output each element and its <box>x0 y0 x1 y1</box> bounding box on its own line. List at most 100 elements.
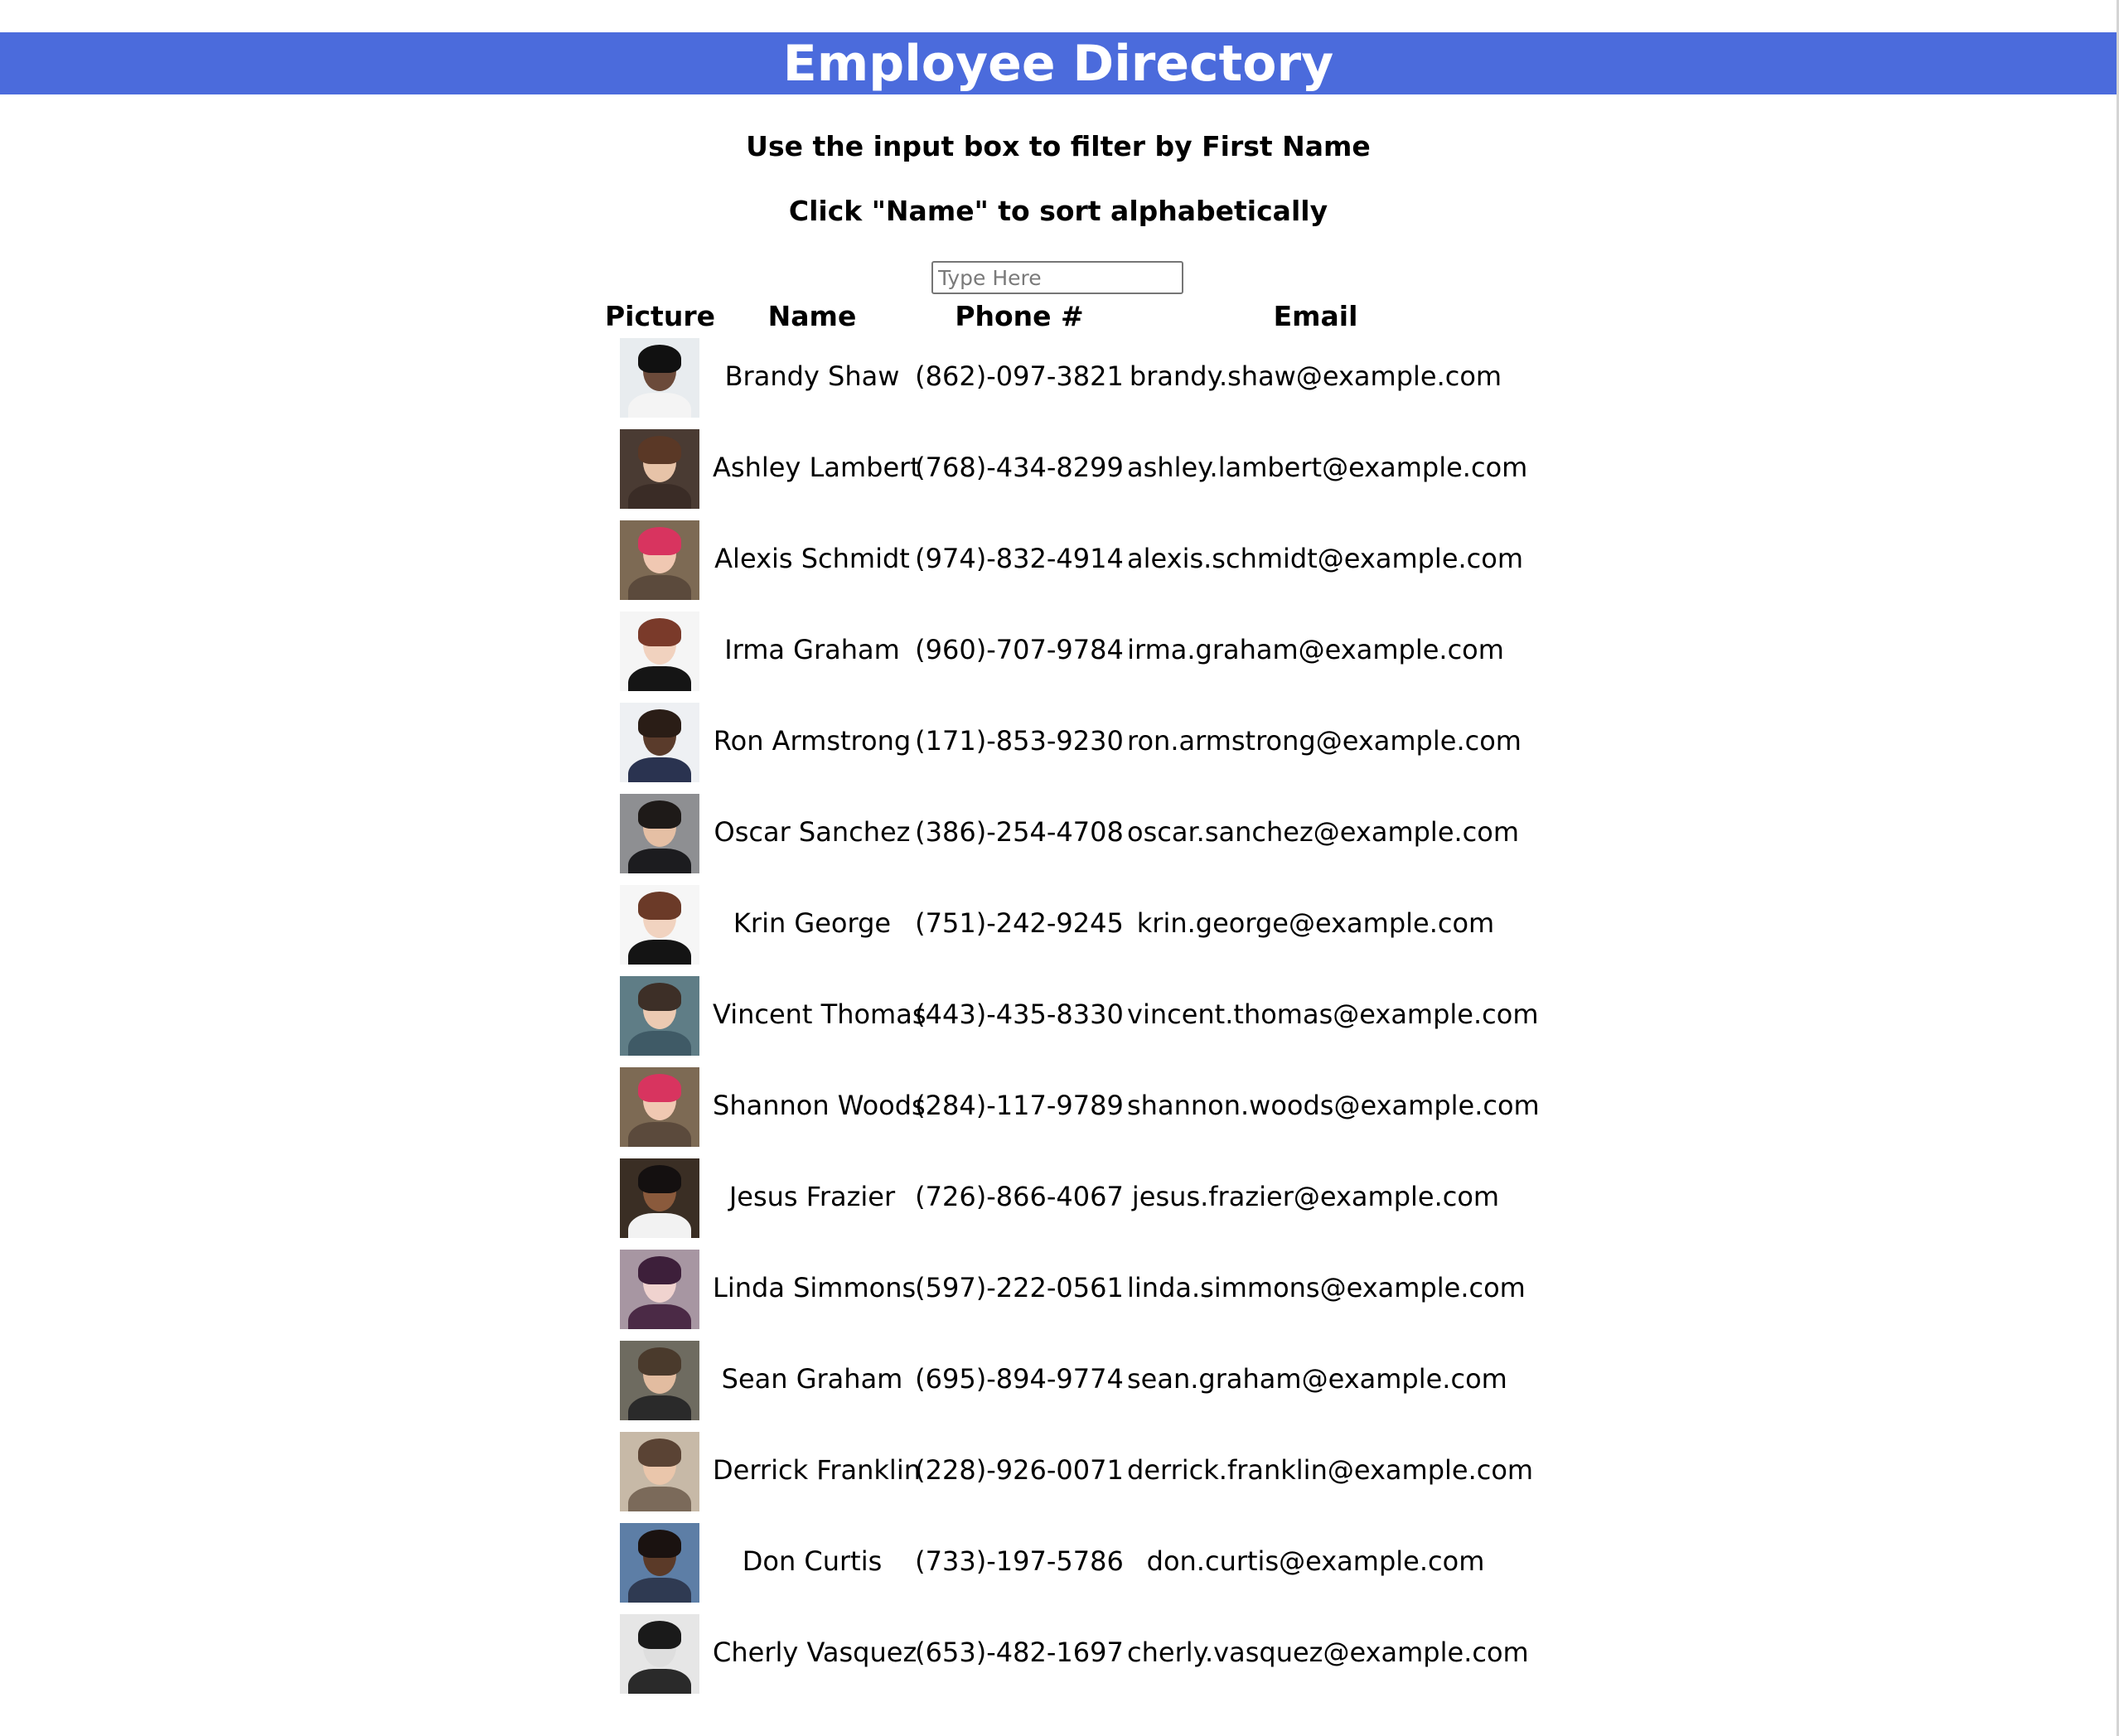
photo-hair <box>638 983 681 1011</box>
photo-hair <box>638 618 681 646</box>
column-header-email: Email <box>1273 300 1358 332</box>
employee-email: derrick.franklin@example.com <box>1127 1454 1534 1486</box>
employee-email: irma.graham@example.com <box>1127 634 1504 665</box>
employee-name: Alexis Schmidt <box>714 543 910 574</box>
employee-name: Brandy Shaw <box>724 360 900 392</box>
employee-photo <box>620 429 699 509</box>
employee-email: ron.armstrong@example.com <box>1127 725 1522 757</box>
employee-photo <box>620 1067 699 1147</box>
employee-photo <box>620 1158 699 1238</box>
employee-photo <box>620 1250 699 1329</box>
employee-phone: (171)-853-9230 <box>915 725 1124 757</box>
photo-hair <box>638 527 681 555</box>
table-row: Brandy Shaw (862)-097-3821 brandy.shaw@exa… <box>0 335 2117 426</box>
header-banner: Employee Directory <box>0 32 2117 94</box>
employee-email: oscar.sanchez@example.com <box>1127 816 1520 848</box>
employee-phone: (768)-434-8299 <box>915 452 1124 483</box>
employee-photo <box>620 612 699 691</box>
employee-phone: (733)-197-5786 <box>915 1545 1124 1577</box>
employee-name: Jesus Frazier <box>728 1181 896 1212</box>
employee-name: Derrick Franklin <box>713 1454 921 1486</box>
employee-phone: (695)-894-9774 <box>915 1363 1124 1395</box>
photo-body <box>628 1213 691 1238</box>
photo-body <box>628 757 691 782</box>
employee-name: Krin George <box>733 907 892 939</box>
employee-name: Shannon Woods <box>713 1090 926 1121</box>
photo-body <box>628 940 691 965</box>
employee-email: vincent.thomas@example.com <box>1127 999 1539 1030</box>
photo-body <box>628 849 691 873</box>
employee-email: alexis.schmidt@example.com <box>1127 543 1524 574</box>
employee-photo <box>620 1614 699 1694</box>
employee-email: don.curtis@example.com <box>1146 1545 1485 1577</box>
employee-phone: (974)-832-4914 <box>915 543 1124 574</box>
column-header-name-sort[interactable]: Name <box>713 300 912 333</box>
table-row: Irma Graham (960)-707-9784 irma.graham@exa… <box>0 608 2117 699</box>
table-row: Jesus Frazier (726)-866-4067 jesus.frazier… <box>0 1155 2117 1246</box>
photo-body <box>628 484 691 509</box>
page-title: Employee Directory <box>782 34 1334 93</box>
table-row: Alexis Schmidt (974)-832-4914 alexis.schmi… <box>0 517 2117 608</box>
employee-name: Don Curtis <box>742 1545 883 1577</box>
table-row: Sean Graham (695)-894-9774 sean.graham@exa… <box>0 1337 2117 1429</box>
employee-photo <box>620 976 699 1056</box>
table-row: Derrick Franklin (228)-926-0071 derrick.fr… <box>0 1429 2117 1520</box>
photo-body <box>628 1122 691 1147</box>
filter-instruction: Use the input box to filter by First Nam… <box>746 130 1371 162</box>
employee-phone: (597)-222-0561 <box>915 1272 1124 1303</box>
column-header-phone: Phone # <box>955 300 1084 332</box>
employee-photo <box>620 1523 699 1603</box>
photo-body <box>628 666 691 691</box>
photo-body <box>628 1395 691 1420</box>
photo-body <box>628 1031 691 1056</box>
photo-hair <box>638 892 681 920</box>
sort-instruction: Click "Name" to sort alphabetically <box>788 195 1328 227</box>
employee-email: ashley.lambert@example.com <box>1127 452 1528 483</box>
photo-body <box>628 575 691 600</box>
employee-name: Ron Armstrong <box>713 725 912 757</box>
employee-phone: (284)-117-9789 <box>915 1090 1124 1121</box>
photo-hair <box>638 436 681 464</box>
employee-email: sean.graham@example.com <box>1127 1363 1507 1395</box>
employee-phone: (862)-097-3821 <box>915 360 1124 392</box>
employee-phone: (960)-707-9784 <box>915 634 1124 665</box>
photo-body <box>628 393 691 418</box>
employee-name: Oscar Sanchez <box>714 816 911 848</box>
photo-body <box>628 1304 691 1329</box>
table-row: Ashley Lambert (768)-434-8299 ashley.lambe… <box>0 426 2117 517</box>
employee-email: linda.simmons@example.com <box>1127 1272 1526 1303</box>
employee-photo <box>620 703 699 782</box>
photo-body <box>628 1487 691 1511</box>
employee-photo <box>620 885 699 965</box>
employee-photo <box>620 1341 699 1420</box>
table-row: Vincent Thomas (443)-435-8330 vincent.thom… <box>0 973 2117 1064</box>
employee-photo <box>620 1432 699 1511</box>
employee-photo <box>620 520 699 600</box>
table-row: Shannon Woods (284)-117-9789 shannon.woods… <box>0 1064 2117 1155</box>
photo-hair <box>638 1439 681 1467</box>
photo-body <box>628 1578 691 1603</box>
photo-hair <box>638 709 681 737</box>
employee-phone: (228)-926-0071 <box>915 1454 1124 1486</box>
employee-name: Cherly Vasquez <box>713 1637 917 1668</box>
photo-hair <box>638 1165 681 1193</box>
employee-phone: (386)-254-4708 <box>915 816 1124 848</box>
employee-name: Ashley Lambert <box>713 452 921 483</box>
employee-email: jesus.frazier@example.com <box>1131 1181 1500 1212</box>
table-row: Don Curtis (733)-197-5786 don.curtis@examp… <box>0 1520 2117 1611</box>
employee-email: cherly.vasquez@example.com <box>1127 1637 1529 1668</box>
column-header-picture: Picture <box>605 300 715 332</box>
first-name-filter-input[interactable] <box>931 261 1183 294</box>
photo-hair <box>638 1621 681 1649</box>
employee-name: Vincent Thomas <box>713 999 926 1030</box>
table-row: Cherly Vasquez (653)-482-1697 cherly.vasqu… <box>0 1611 2117 1702</box>
employee-email: krin.george@example.com <box>1136 907 1495 939</box>
table-row: Ron Armstrong (171)-853-9230 ron.armstrong… <box>0 699 2117 791</box>
photo-hair <box>638 1256 681 1284</box>
photo-body <box>628 1669 691 1694</box>
employee-name: Linda Simmons <box>713 1272 917 1303</box>
employee-email: brandy.shaw@example.com <box>1129 360 1502 392</box>
employee-phone: (653)-482-1697 <box>915 1637 1124 1668</box>
table-row: Krin George (751)-242-9245 krin.george@exa… <box>0 882 2117 973</box>
employee-phone: (726)-866-4067 <box>915 1181 1124 1212</box>
